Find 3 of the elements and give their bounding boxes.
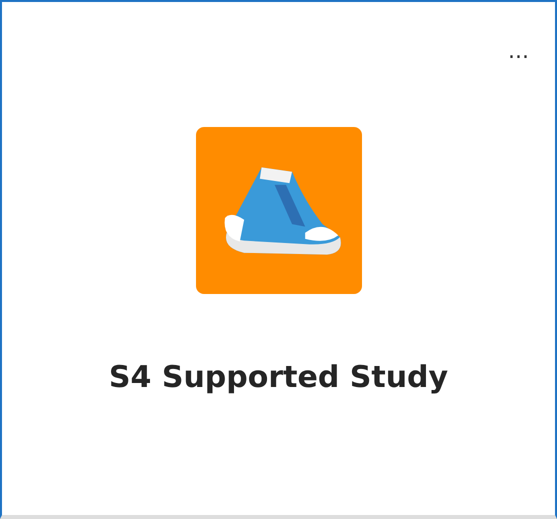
card-title: S4 Supported Study: [108, 360, 448, 395]
more-options-button[interactable]: ...: [508, 40, 529, 64]
class-card[interactable]: ... S4 Supported Study: [0, 0, 557, 519]
